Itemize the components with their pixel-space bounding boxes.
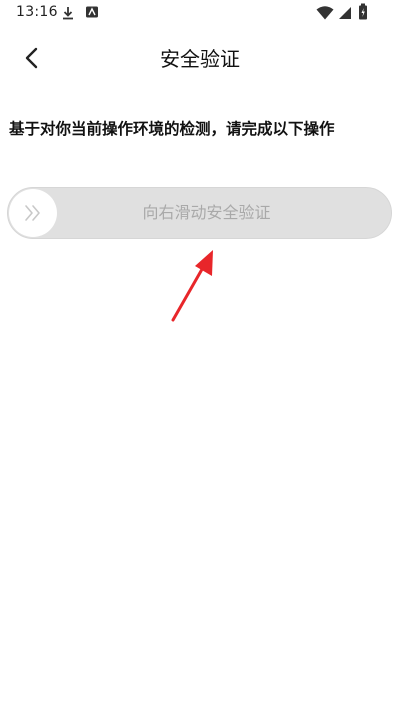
wifi-icon bbox=[316, 6, 334, 20]
header: 安全验证 bbox=[0, 34, 400, 80]
slider-handle[interactable] bbox=[9, 189, 57, 237]
download-icon bbox=[63, 7, 73, 20]
app-notification-icon bbox=[86, 6, 98, 18]
battery-icon bbox=[359, 3, 367, 20]
signal-icon bbox=[339, 7, 351, 19]
instruction-text: 基于对你当前操作环境的检测，请完成以下操作 bbox=[9, 120, 335, 138]
double-chevron-right-icon bbox=[25, 205, 40, 221]
status-time: 13:16 bbox=[16, 4, 58, 20]
status-bar: 13:16 bbox=[0, 0, 400, 28]
slide-verification-track[interactable]: 向右滑动安全验证 bbox=[7, 187, 392, 239]
slide-verification-label: 向右滑动安全验证 bbox=[142, 203, 271, 222]
annotation-arrow bbox=[171, 250, 213, 322]
security-verification-screen: 13:16 安全验证 基于对你当前操作环境的检测，请完成以下操作 向右滑动安全验… bbox=[0, 0, 400, 710]
page-title: 安全验证 bbox=[160, 47, 240, 71]
